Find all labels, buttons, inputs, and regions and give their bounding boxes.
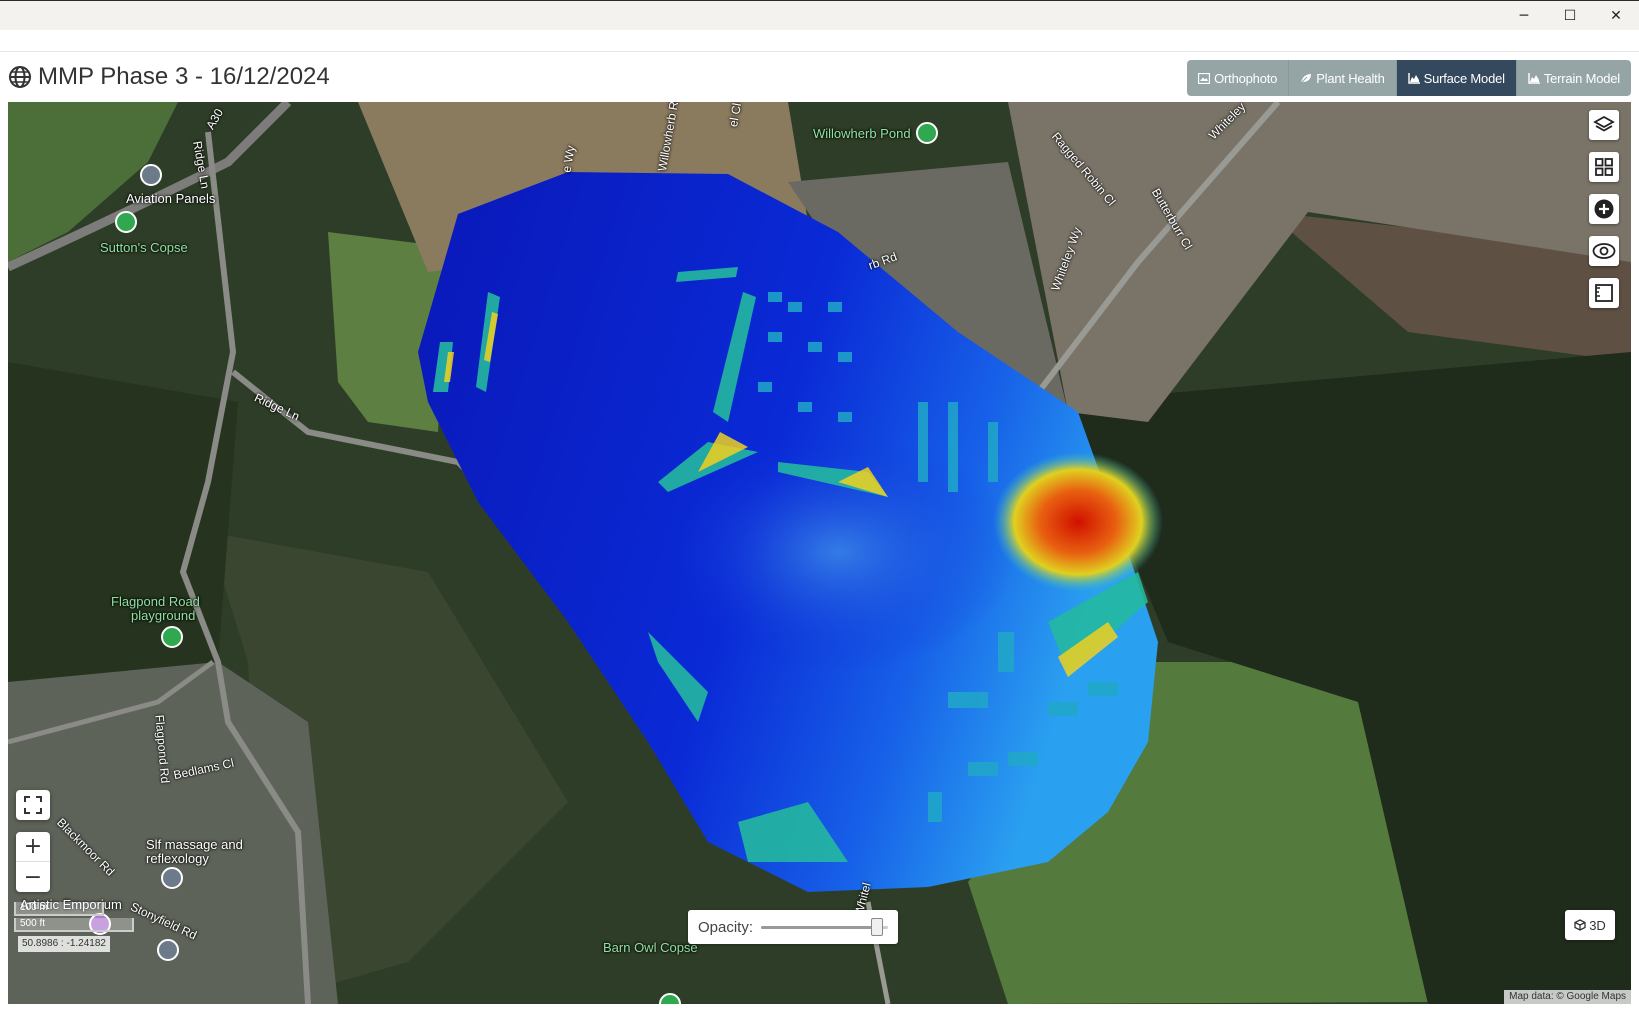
page-header: MMP Phase 3 - 16/12/2024 Orthophoto Plan… <box>0 52 1639 102</box>
close-button[interactable]: ✕ <box>1593 1 1639 31</box>
plant-health-label: Plant Health <box>1316 70 1385 86</box>
opacity-control: Opacity: <box>688 910 898 944</box>
map-attribution: Map data: © Google Maps <box>1504 990 1631 1004</box>
toggle-3d-button[interactable]: 3D <box>1565 910 1615 940</box>
area-chart-icon <box>1528 72 1540 84</box>
place-label: Sutton's Copse <box>100 240 188 255</box>
window-titlebar: ─ ☐ ✕ <box>0 0 1639 30</box>
place-label: Aviation Panels <box>126 191 216 206</box>
page-title-text: MMP Phase 3 - 16/12/2024 <box>38 63 330 90</box>
satellite-basemap <box>8 102 1631 1004</box>
expand-icon <box>24 796 42 814</box>
orthophoto-label: Orthophoto <box>1214 70 1278 86</box>
terrain-model-label: Terrain Model <box>1543 70 1620 86</box>
opacity-slider[interactable] <box>761 917 888 937</box>
ruler-icon <box>1595 284 1613 302</box>
area-chart-icon <box>1407 72 1420 84</box>
place-label: Barn Owl Copse <box>603 940 698 955</box>
surface-model-button[interactable]: Surface Model <box>1395 60 1516 96</box>
place-label: Slf massage and <box>146 837 243 852</box>
opacity-label: Opacity: <box>698 918 754 936</box>
image-icon <box>1198 72 1211 84</box>
plus-circle-icon <box>1594 199 1614 219</box>
terrain-model-button[interactable]: Terrain Model <box>1515 60 1631 96</box>
opacity-slider-fill <box>761 926 878 929</box>
plant-health-button[interactable]: Plant Health <box>1288 60 1396 96</box>
opacity-slider-thumb[interactable] <box>871 918 884 936</box>
zoom-out-button[interactable]: − <box>16 862 50 892</box>
coordinates-readout: 50.8986 : -1.24182 <box>18 936 110 952</box>
zoom-in-button[interactable]: + <box>16 832 50 862</box>
place-label: Willowherb Pond <box>813 126 911 141</box>
view-mode-toggle: Orthophoto Plant Health Surface Model Te… <box>1187 60 1631 96</box>
minimize-button[interactable]: ─ <box>1501 1 1547 31</box>
toggle-3d-label: 3D <box>1589 917 1606 933</box>
place-label: Flagpond Road <box>111 594 200 609</box>
scale-bar-imperial: 500 ft <box>14 918 134 932</box>
maximize-button[interactable]: ☐ <box>1547 1 1593 31</box>
add-button[interactable] <box>1589 194 1619 224</box>
leaf-icon <box>1300 73 1312 83</box>
measure-button[interactable] <box>1589 278 1619 308</box>
grid-icon <box>1595 158 1613 176</box>
surface-model-label: Surface Model <box>1423 70 1505 86</box>
place-label: playground <box>131 608 196 623</box>
place-label: reflexology <box>146 851 209 866</box>
visibility-button[interactable] <box>1589 236 1619 266</box>
eye-icon <box>1592 243 1616 259</box>
page-title: MMP Phase 3 - 16/12/2024 <box>8 62 330 92</box>
zoom-control: + − <box>16 832 50 892</box>
scale-bar-metric: 100 m <box>14 902 104 916</box>
layers-button[interactable] <box>1589 110 1619 140</box>
cube-icon <box>1574 919 1586 931</box>
grid-button[interactable] <box>1589 152 1619 182</box>
globe-icon <box>9 66 31 88</box>
fullscreen-button[interactable] <box>16 790 50 820</box>
map-view[interactable]: Aviation Panels Sutton's Copse Willowher… <box>8 102 1631 1004</box>
scale-bar: 100 m 500 ft <box>14 902 194 932</box>
layers-icon <box>1593 115 1615 132</box>
orthophoto-button[interactable]: Orthophoto <box>1187 60 1289 96</box>
